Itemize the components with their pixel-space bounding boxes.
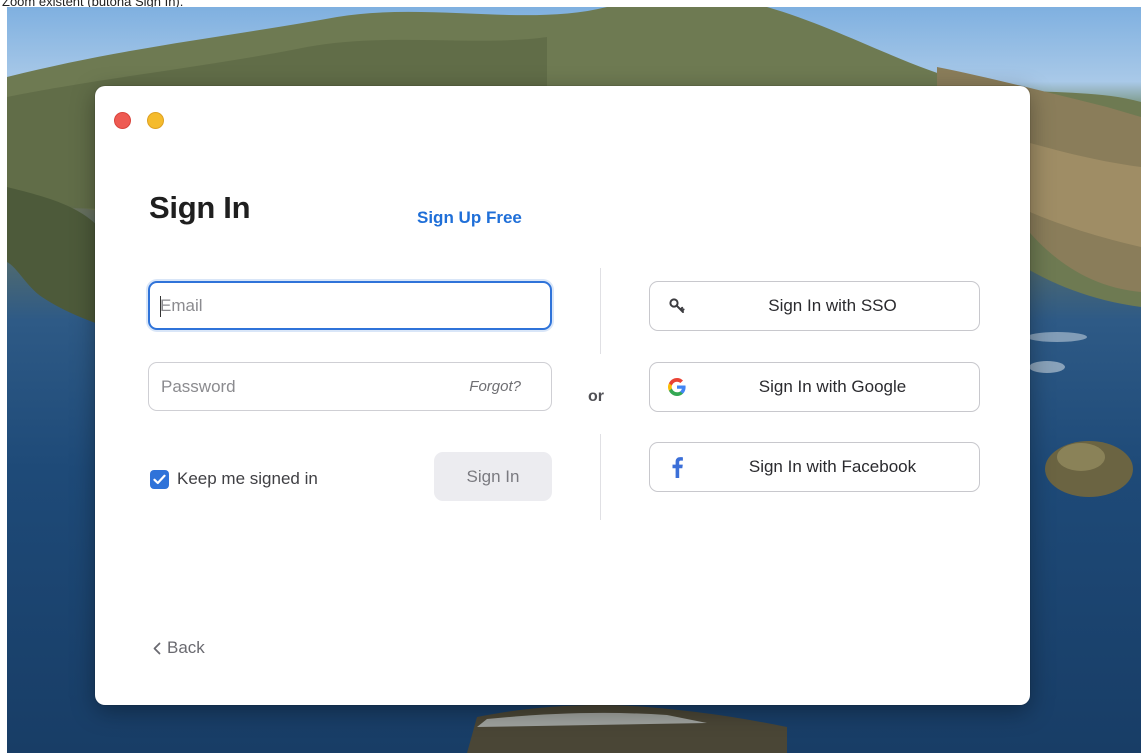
text-caret — [160, 296, 161, 317]
sign-in-window: Sign In Sign Up Free Forgot? Keep me sig… — [95, 86, 1030, 705]
google-icon — [666, 376, 688, 398]
sign-up-free-link[interactable]: Sign Up Free — [417, 208, 522, 228]
page-title: Sign In — [149, 190, 251, 225]
checkmark-icon — [153, 474, 166, 484]
minimize-window-button[interactable] — [147, 112, 164, 129]
email-field[interactable] — [148, 281, 552, 330]
keep-signed-in-checkbox[interactable] — [150, 469, 169, 489]
sign-in-facebook-button[interactable]: Sign In with Facebook — [649, 442, 980, 492]
facebook-icon — [666, 456, 688, 478]
sign-in-facebook-label: Sign In with Facebook — [748, 457, 917, 476]
close-window-button[interactable] — [114, 112, 131, 129]
sign-in-google-label: Sign In with Google — [758, 377, 907, 396]
forgot-password-link[interactable]: Forgot? — [469, 378, 521, 395]
back-label: Back — [167, 638, 205, 657]
email-input[interactable] — [150, 283, 550, 328]
keep-signed-in-label: Keep me signed in — [177, 469, 318, 488]
password-field[interactable]: Forgot? — [148, 362, 552, 411]
chevron-left-icon — [153, 642, 161, 655]
or-separator: or — [588, 388, 604, 405]
keep-signed-in-option[interactable]: Keep me signed in — [150, 469, 318, 489]
key-icon — [666, 295, 688, 317]
divider-top — [600, 268, 601, 354]
back-button[interactable]: Back — [153, 638, 205, 658]
sign-in-sso-button[interactable]: Sign In with SSO — [649, 281, 980, 331]
sign-in-google-button[interactable]: Sign In with Google — [649, 362, 980, 412]
sign-in-button[interactable]: Sign In — [434, 452, 552, 501]
sign-in-sso-label: Sign In with SSO — [768, 296, 897, 315]
divider-bottom — [600, 434, 601, 520]
